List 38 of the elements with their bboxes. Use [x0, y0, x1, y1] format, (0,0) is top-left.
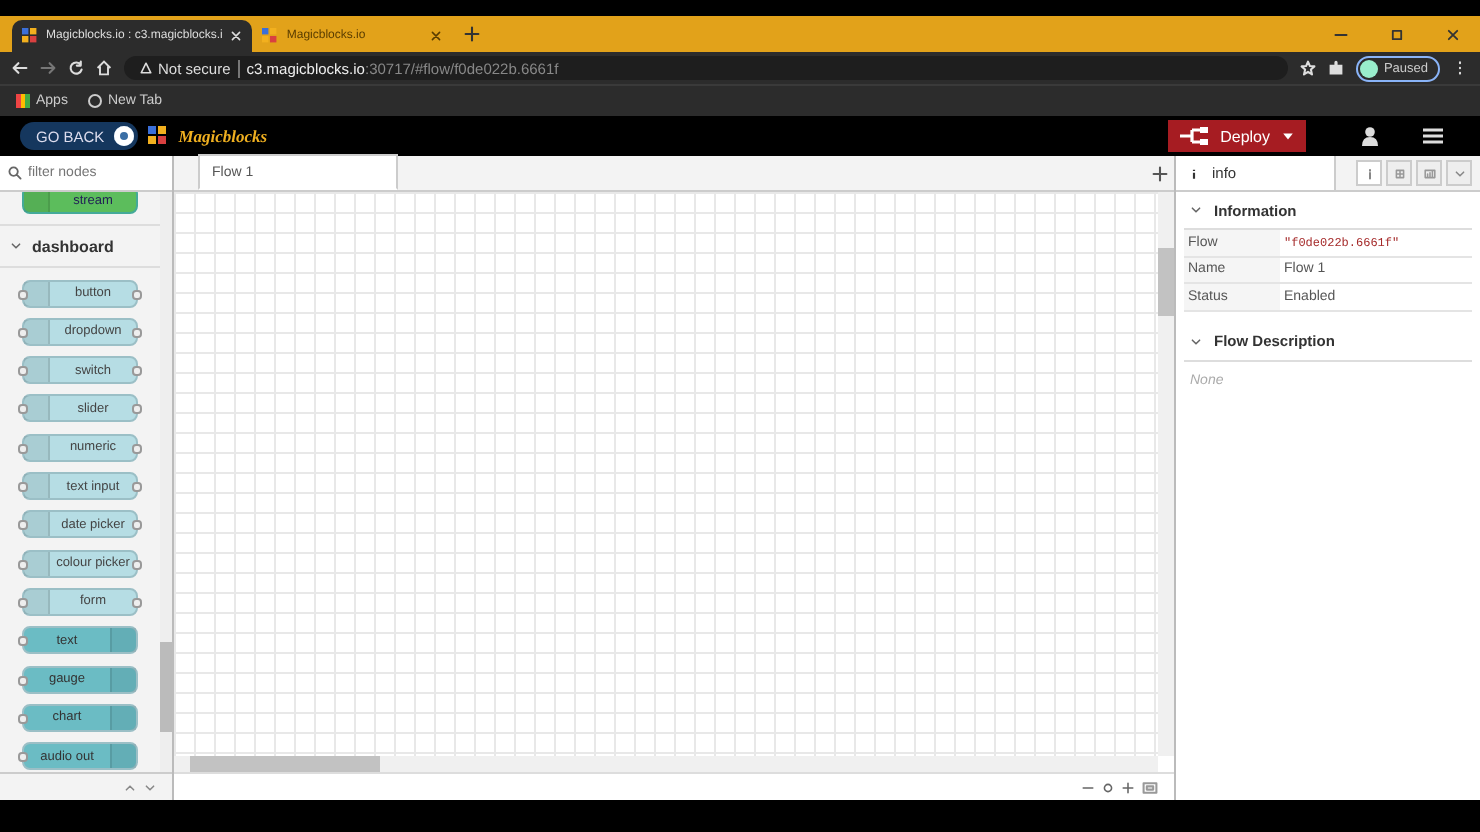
- forward-arrow-icon[interactable]: [40, 60, 56, 76]
- back-arrow-icon[interactable]: [12, 60, 28, 76]
- chevron-down-icon: [10, 240, 22, 253]
- info-icon[interactable]: [1363, 167, 1375, 179]
- blocks-logo-icon: [22, 28, 38, 44]
- zoom-out-icon[interactable]: [1082, 781, 1094, 793]
- user-icon[interactable]: [1360, 126, 1380, 146]
- puzzle-icon[interactable]: [1327, 60, 1344, 76]
- zoom-in-icon[interactable]: [1122, 781, 1134, 793]
- scrollbar[interactable]: [174, 756, 1158, 772]
- scrollbar[interactable]: [1158, 192, 1174, 756]
- warning-icon: [140, 62, 152, 74]
- home-icon[interactable]: [96, 60, 112, 76]
- maximize-icon[interactable]: [1389, 27, 1403, 41]
- blocks-logo-icon: [148, 126, 169, 146]
- reload-icon[interactable]: [68, 60, 84, 76]
- flow-branch-icon: [1180, 126, 1209, 146]
- logo-text: Magicblocks: [178, 126, 268, 146]
- collapse-icon[interactable]: [124, 781, 136, 793]
- caret-icon[interactable]: [1453, 167, 1465, 179]
- deploy-button[interactable]: Deploy: [1168, 120, 1306, 152]
- search-icon: [8, 166, 22, 180]
- add-flow-icon[interactable]: [1152, 165, 1168, 181]
- chevron-down-icon: [1190, 204, 1202, 216]
- expand-icon[interactable]: [144, 781, 156, 793]
- caret-icon: [1282, 130, 1294, 142]
- new-tab-icon[interactable]: [464, 26, 481, 42]
- category-header[interactable]: dashboard: [0, 224, 160, 269]
- star-icon[interactable]: [1299, 60, 1316, 76]
- info-icon: [1188, 167, 1200, 179]
- blocks-logo-icon: [262, 28, 279, 44]
- close-icon[interactable]: [430, 30, 443, 42]
- zoom-reset-icon[interactable]: [1102, 781, 1114, 793]
- navigator-icon[interactable]: [1142, 779, 1158, 795]
- menu-icon[interactable]: [1422, 126, 1444, 146]
- chevron-down-icon: [1190, 335, 1202, 347]
- close-icon[interactable]: [1445, 27, 1459, 41]
- scrollbar[interactable]: [160, 192, 172, 772]
